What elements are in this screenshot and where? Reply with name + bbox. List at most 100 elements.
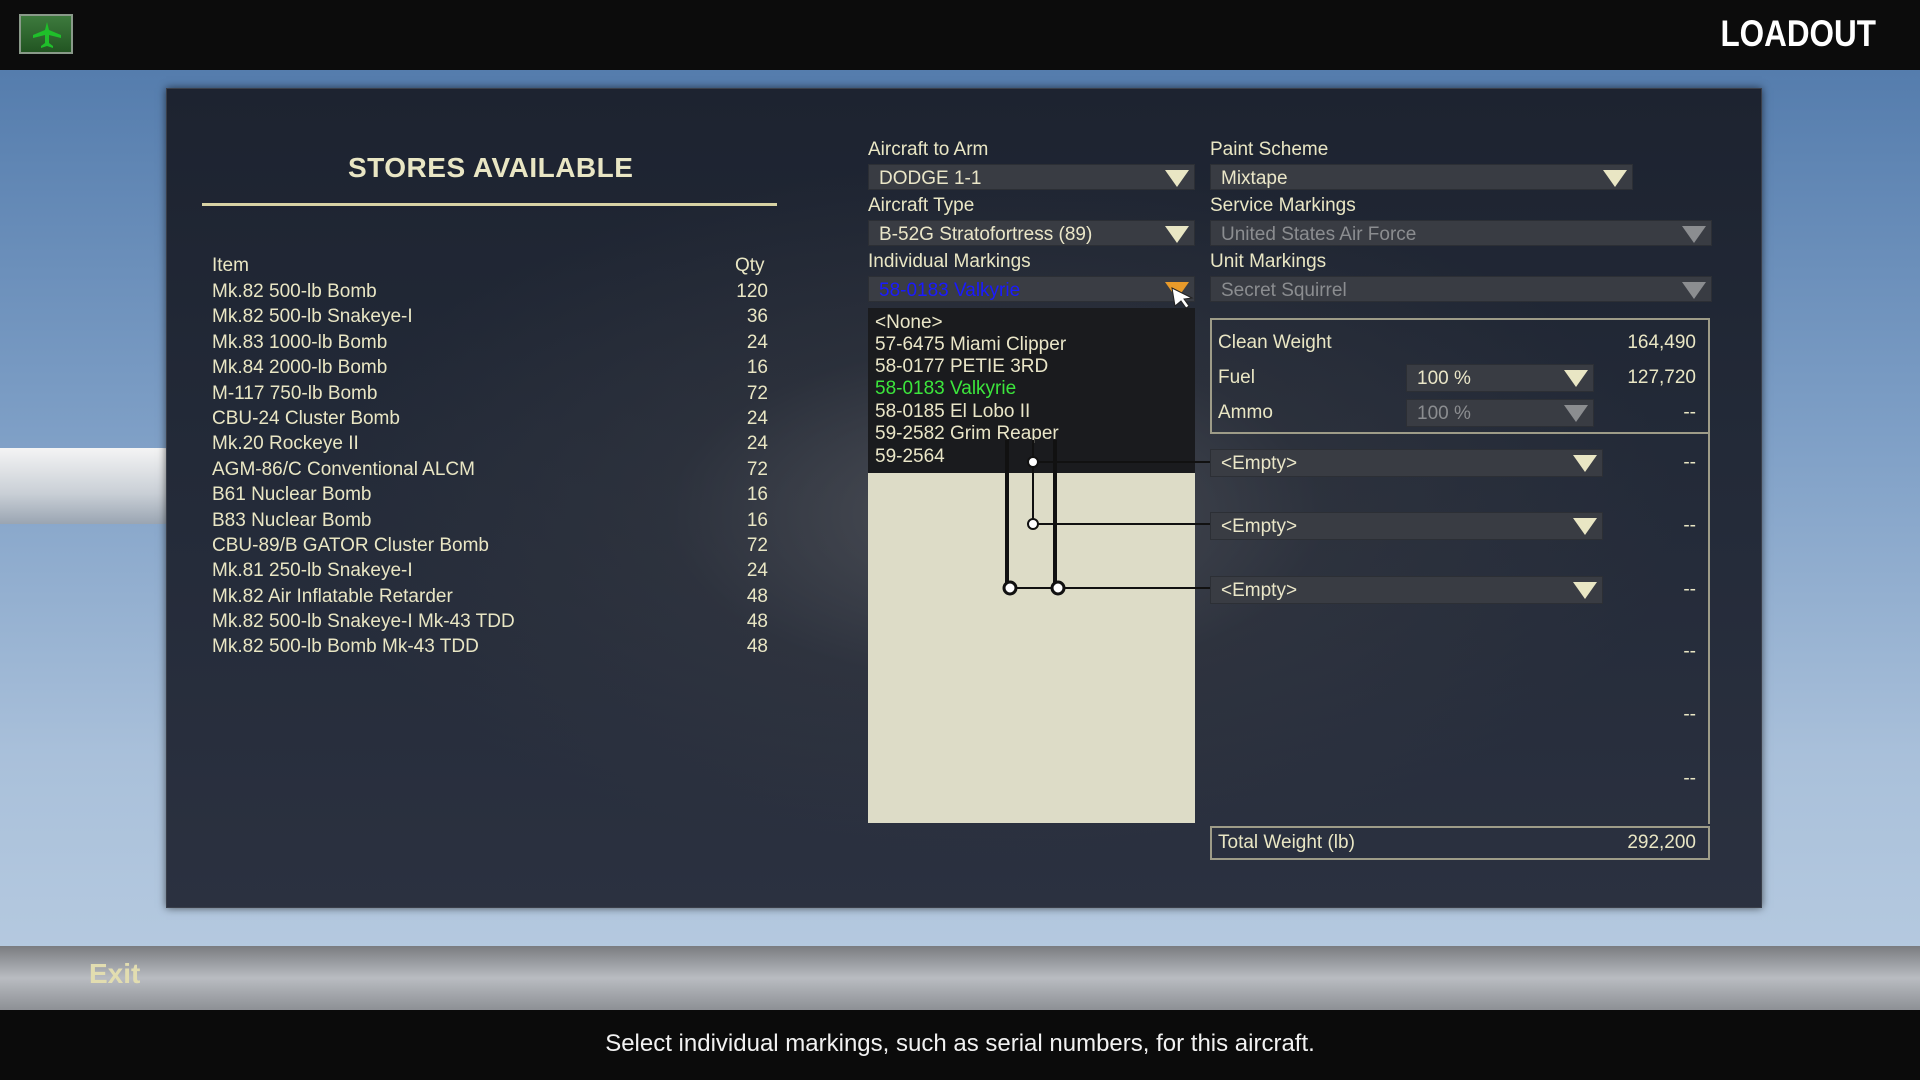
total-weight-value: 292,200 bbox=[1627, 832, 1696, 853]
stores-row[interactable]: Mk.82 500-lb Bomb Mk-43 TDD 48 bbox=[212, 636, 768, 661]
ammo-label: Ammo bbox=[1218, 402, 1273, 423]
station-4-weight: -- bbox=[1683, 641, 1696, 662]
stores-row[interactable]: B61 Nuclear Bomb 16 bbox=[212, 484, 768, 509]
aircraft-type-label: Aircraft Type bbox=[868, 195, 975, 216]
aircraft-to-arm-value: DODGE 1-1 bbox=[879, 168, 982, 189]
store-qty: 120 bbox=[736, 281, 768, 302]
stores-row[interactable]: Mk.20 Rockeye II 24 bbox=[212, 433, 768, 458]
stores-row[interactable]: Mk.82 500-lb Snakeye-I 36 bbox=[212, 306, 768, 331]
aircraft-to-arm-label: Aircraft to Arm bbox=[868, 139, 989, 160]
service-markings-select[interactable]: United States Air Force bbox=[1210, 220, 1712, 246]
store-qty: 72 bbox=[746, 458, 768, 480]
stores-column-item: Item bbox=[212, 255, 249, 276]
service-markings-value: United States Air Force bbox=[1221, 224, 1417, 245]
stores-divider bbox=[202, 203, 777, 206]
stores-row[interactable]: AGM-86/C Conventional ALCM 72 bbox=[212, 459, 768, 484]
status-text: Select individual markings, such as seri… bbox=[605, 1030, 1315, 1057]
station-2-weight: -- bbox=[1683, 515, 1696, 536]
chevron-down-icon bbox=[1564, 405, 1588, 422]
stores-row[interactable]: M-117 750-lb Bomb 72 bbox=[212, 383, 768, 408]
dropdown-option[interactable]: 57-6475 Miami Clipper bbox=[875, 334, 1066, 356]
store-name: Mk.82 500-lb Bomb Mk-43 TDD bbox=[212, 636, 479, 658]
paint-scheme-label: Paint Scheme bbox=[1210, 139, 1329, 160]
store-qty: 16 bbox=[746, 484, 768, 506]
stores-row[interactable]: Mk.82 Air Inflatable Retarder 48 bbox=[212, 586, 768, 611]
store-qty: 48 bbox=[746, 636, 768, 658]
stores-row[interactable]: Mk.81 250-lb Snakeye-I 24 bbox=[212, 560, 768, 585]
clean-weight-label: Clean Weight bbox=[1218, 332, 1332, 353]
station-1-value: <Empty> bbox=[1221, 453, 1298, 474]
aircraft-to-arm-select[interactable]: DODGE 1-1 bbox=[868, 164, 1195, 190]
chevron-down-icon bbox=[1165, 226, 1189, 243]
store-name: Mk.83 1000-lb Bomb bbox=[212, 331, 388, 353]
stores-row[interactable]: Mk.83 1000-lb Bomb 24 bbox=[212, 332, 768, 357]
chevron-down-icon bbox=[1682, 226, 1706, 243]
chevron-down-icon bbox=[1603, 170, 1627, 187]
unit-markings-select[interactable]: Secret Squirrel bbox=[1210, 276, 1712, 302]
bottom-bar: Exit bbox=[0, 946, 1920, 1010]
stores-row[interactable]: CBU-24 Cluster Bomb 24 bbox=[212, 408, 768, 433]
exit-button[interactable]: Exit bbox=[89, 958, 140, 990]
station-6-weight: -- bbox=[1683, 768, 1696, 789]
station-2-select[interactable]: <Empty> bbox=[1210, 512, 1603, 540]
chevron-down-icon bbox=[1165, 170, 1189, 187]
store-name: AGM-86/C Conventional ALCM bbox=[212, 458, 475, 480]
station-1-select[interactable]: <Empty> bbox=[1210, 449, 1603, 477]
chevron-down-icon bbox=[1573, 582, 1597, 599]
dropdown-option[interactable]: <None> bbox=[875, 312, 943, 334]
screen-title: LOADOUT bbox=[1720, 13, 1876, 54]
store-qty: 36 bbox=[746, 306, 768, 328]
individual-markings-label: Individual Markings bbox=[868, 251, 1031, 272]
store-name: B61 Nuclear Bomb bbox=[212, 484, 372, 506]
store-qty: 24 bbox=[746, 560, 768, 582]
fuel-weight-value: 127,720 bbox=[1627, 367, 1696, 388]
store-name: Mk.84 2000-lb Bomb bbox=[212, 357, 388, 379]
store-name: Mk.81 250-lb Snakeye-I bbox=[212, 560, 413, 582]
stores-row[interactable]: Mk.82 500-lb Bomb 120 bbox=[212, 281, 768, 306]
total-weight-label: Total Weight (lb) bbox=[1218, 832, 1355, 853]
chevron-down-icon bbox=[1682, 282, 1706, 299]
stores-row[interactable]: CBU-89/B GATOR Cluster Bomb 72 bbox=[212, 535, 768, 560]
individual-markings-select[interactable]: 58-0183 Valkyrie bbox=[868, 276, 1195, 308]
chevron-down-icon bbox=[1573, 455, 1597, 472]
dropdown-option[interactable]: 59-2564 bbox=[875, 446, 945, 468]
store-qty: 72 bbox=[746, 382, 768, 404]
stores-column-qty: Qty bbox=[735, 255, 765, 276]
store-name: B83 Nuclear Bomb bbox=[212, 509, 372, 531]
store-qty: 16 bbox=[746, 509, 768, 531]
store-name: Mk.82 500-lb Bomb bbox=[212, 281, 377, 302]
fuel-label: Fuel bbox=[1218, 367, 1255, 388]
dropdown-option[interactable]: 58-0177 PETIE 3RD bbox=[875, 356, 1048, 378]
paint-scheme-select[interactable]: Mixtape bbox=[1210, 164, 1633, 190]
station-1-weight: -- bbox=[1683, 452, 1696, 473]
store-name: Mk.82 500-lb Snakeye-I Mk-43 TDD bbox=[212, 611, 515, 633]
aircraft-icon bbox=[33, 22, 61, 48]
home-button[interactable] bbox=[19, 14, 73, 54]
stores-title: STORES AVAILABLE bbox=[348, 152, 634, 183]
stores-row[interactable]: Mk.82 500-lb Snakeye-I Mk-43 TDD 48 bbox=[212, 611, 768, 636]
station-2-value: <Empty> bbox=[1221, 516, 1298, 537]
store-name: M-117 750-lb Bomb bbox=[212, 382, 378, 404]
aircraft-type-value: B-52G Stratofortress (89) bbox=[879, 224, 1093, 245]
store-name: Mk.82 500-lb Snakeye-I bbox=[212, 306, 413, 328]
status-bar: Select individual markings, such as seri… bbox=[0, 1010, 1920, 1080]
store-name: Mk.20 Rockeye II bbox=[212, 433, 359, 455]
dropdown-option-selected[interactable]: 58-0183 Valkyrie bbox=[875, 378, 1016, 400]
station-3-value: <Empty> bbox=[1221, 580, 1298, 601]
fuel-select-value: 100 % bbox=[1417, 368, 1471, 389]
store-qty: 16 bbox=[746, 357, 768, 379]
stores-row[interactable]: Mk.84 2000-lb Bomb 16 bbox=[212, 357, 768, 382]
paint-scheme-value: Mixtape bbox=[1221, 168, 1288, 189]
individual-markings-value: 58-0183 Valkyrie bbox=[879, 280, 1021, 301]
station-3-select[interactable]: <Empty> bbox=[1210, 576, 1603, 604]
stores-row[interactable]: B83 Nuclear Bomb 16 bbox=[212, 510, 768, 535]
pylon-connector-lines bbox=[1002, 440, 1210, 596]
store-name: CBU-89/B GATOR Cluster Bomb bbox=[212, 534, 489, 556]
clean-weight-value: 164,490 bbox=[1627, 332, 1696, 353]
dropdown-option[interactable]: 58-0185 El Lobo II bbox=[875, 401, 1030, 423]
stores-list: Mk.82 500-lb Bomb 120 Mk.82 500-lb Snakey… bbox=[212, 281, 768, 662]
unit-markings-label: Unit Markings bbox=[1210, 251, 1327, 272]
station-5-weight: -- bbox=[1683, 704, 1696, 725]
aircraft-type-select[interactable]: B-52G Stratofortress (89) bbox=[868, 220, 1195, 246]
ammo-select[interactable]: 100 % bbox=[1406, 399, 1594, 427]
